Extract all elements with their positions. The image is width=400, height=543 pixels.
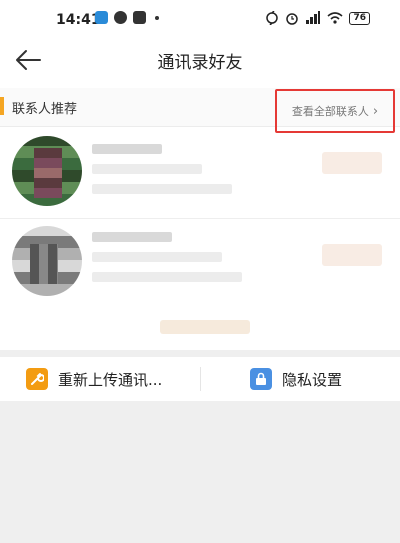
contact-info-blurred bbox=[92, 164, 202, 174]
contact-info-blurred bbox=[92, 252, 222, 262]
bottom-toolbar: 重新上传通讯... 隐私设置 bbox=[0, 357, 400, 401]
add-friend-button[interactable] bbox=[322, 244, 382, 266]
status-time: 14:41 bbox=[56, 12, 101, 28]
status-bar: 14:41 76 bbox=[0, 0, 400, 40]
app-header: 通讯录好友 bbox=[0, 40, 400, 80]
contact-row[interactable] bbox=[0, 130, 400, 219]
contact-name-blurred bbox=[92, 232, 172, 242]
privacy-settings-label: 隐私设置 bbox=[282, 370, 343, 389]
section-title: 联系人推荐 bbox=[12, 102, 78, 117]
lock-icon bbox=[250, 368, 272, 390]
contact-info-blurred bbox=[92, 184, 232, 194]
contact-row[interactable] bbox=[0, 220, 400, 308]
toolbar-divider bbox=[200, 367, 201, 391]
notification-icons bbox=[95, 11, 159, 24]
avatar bbox=[12, 226, 82, 296]
view-all-contacts-link[interactable]: 查看全部联系人 › bbox=[275, 89, 395, 133]
battery-indicator: 76 bbox=[349, 11, 370, 25]
reupload-contacts-label: 重新上传通讯... bbox=[58, 370, 163, 389]
signal-icon bbox=[306, 11, 321, 24]
chevron-right-icon: › bbox=[372, 103, 379, 119]
app-notification-icon bbox=[95, 11, 108, 24]
app-notification-icon bbox=[133, 11, 146, 24]
privacy-settings-button[interactable]: 隐私设置 bbox=[250, 357, 342, 401]
page-title: 通讯录好友 bbox=[157, 53, 243, 73]
wrench-icon bbox=[26, 368, 48, 390]
avatar bbox=[12, 136, 82, 206]
load-more-link[interactable] bbox=[160, 320, 250, 334]
reupload-contacts-button[interactable]: 重新上传通讯... bbox=[26, 357, 162, 401]
wifi-icon bbox=[327, 12, 343, 24]
contact-name-blurred bbox=[92, 144, 162, 154]
section-accent-bar bbox=[0, 97, 4, 115]
more-notifications-icon bbox=[155, 15, 159, 20]
app-notification-icon bbox=[114, 11, 127, 24]
contact-recommendations: 联系人推荐 查看全部联系人 › bbox=[0, 80, 400, 350]
alarm-icon bbox=[286, 13, 299, 25]
section-header: 联系人推荐 查看全部联系人 › bbox=[0, 88, 400, 133]
add-friend-button[interactable] bbox=[322, 152, 382, 174]
view-all-label: 查看全部联系人 bbox=[291, 105, 369, 118]
contact-info-blurred bbox=[92, 272, 242, 282]
sync-icon bbox=[266, 11, 279, 25]
system-status-icons: 76 bbox=[265, 11, 370, 25]
